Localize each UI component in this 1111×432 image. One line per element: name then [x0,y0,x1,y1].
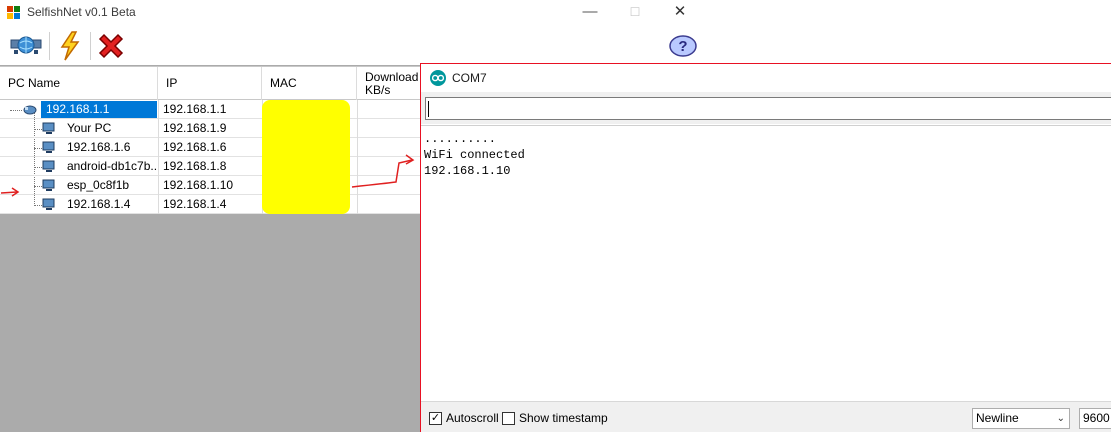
device-grid: 192.168.1.1 192.168.1.1 Your PC 192.168.… [0,100,421,214]
autoscroll-checkbox[interactable]: ✓ [429,412,442,425]
computer-icon [42,141,55,153]
computer-icon [42,179,55,191]
mac-redaction [262,100,350,214]
selfishnet-titlebar: SelfishNet v0.1 Beta — ☐ ✕ [0,0,706,26]
row-name: 192.168.1.6 [67,140,131,154]
serial-output: .......... WiFi connected 192.168.1.10 [421,125,1111,401]
close-button[interactable]: ✕ [657,0,703,26]
row-ip: 192.168.1.8 [158,157,262,176]
help-icon: ? [669,35,697,57]
device-grid-header: PC Name IP MAC Download KB/s [0,66,421,100]
line-ending-value: Newline [976,411,1019,425]
row-name: esp_0c8f1b [67,178,130,192]
show-timestamp-label: Show timestamp [519,411,608,425]
baud-rate-select[interactable]: 9600 b [1079,408,1111,429]
autoscroll-label: Autoscroll [446,411,499,425]
svg-text:?: ? [678,38,687,55]
lightning-button[interactable] [53,29,87,63]
row-name: Your PC [67,121,112,135]
row-name: 192.168.1.1 [41,101,157,118]
column-header-download-line2: KB/s [365,83,391,97]
serial-line: .......... [424,132,497,146]
red-x-icon [98,33,124,59]
computer-icon [42,122,55,134]
arduino-icon [430,70,446,86]
help-button[interactable]: ? [666,29,700,63]
column-header-download[interactable]: Download KB/s [357,67,421,100]
serial-line: WiFi connected [424,148,525,162]
lightning-icon [60,31,80,61]
row-ip: 192.168.1.1 [158,100,262,119]
serial-send-input[interactable] [425,97,1111,120]
column-header-pc-name[interactable]: PC Name [0,67,158,100]
toolbar-separator [49,32,50,60]
network-icon [23,105,37,115]
computer-icon [42,198,55,210]
row-ip: 192.168.1.9 [158,119,262,138]
row-name: android-db1c7b... [67,159,158,173]
minimize-button[interactable]: — [567,0,613,26]
send-row [421,92,1111,124]
serial-monitor-title: COM7 [452,71,487,85]
chevron-down-icon: ⌄ [1056,413,1065,424]
row-name: 192.168.1.4 [67,197,131,211]
selfishnet-title: SelfishNet v0.1 Beta [27,5,136,19]
row-ip: 192.168.1.10 [158,176,262,195]
network-scan-icon [10,36,42,54]
serial-monitor-titlebar: COM7 [421,64,1111,92]
app-icon [7,6,20,19]
show-timestamp-checkbox[interactable] [502,412,515,425]
selfishnet-toolbar: ? [0,26,706,65]
row-ip: 192.168.1.6 [158,138,262,157]
serial-line: 192.168.1.10 [424,164,511,178]
table-row[interactable]: 192.168.1.6 192.168.1.6 [0,138,421,157]
delete-button[interactable] [94,29,128,63]
serial-monitor-footer: ✓ Autoscroll Show timestamp Newline ⌄ 96… [421,401,1111,432]
toolbar-separator [90,32,91,60]
table-row[interactable]: 192.168.1.4 192.168.1.4 [0,195,421,214]
maximize-button[interactable]: ☐ [612,0,658,26]
table-row[interactable]: Your PC 192.168.1.9 [0,119,421,138]
line-ending-select[interactable]: Newline ⌄ [972,408,1070,429]
column-header-ip[interactable]: IP [158,67,262,100]
network-scan-button[interactable] [9,29,43,63]
baud-rate-value: 9600 b [1083,411,1111,425]
table-row-gateway[interactable]: 192.168.1.1 192.168.1.1 [0,100,421,119]
table-row[interactable]: android-db1c7b... 192.168.1.8 [0,157,421,176]
text-caret [428,101,429,117]
row-download [357,100,421,119]
computer-icon [42,160,55,172]
row-ip: 192.168.1.4 [158,195,262,214]
table-row[interactable]: esp_0c8f1b 192.168.1.10 [0,176,421,195]
serial-monitor-window: COM7 .......... WiFi connected 192.168.1… [420,63,1111,432]
column-header-mac[interactable]: MAC [262,67,357,100]
